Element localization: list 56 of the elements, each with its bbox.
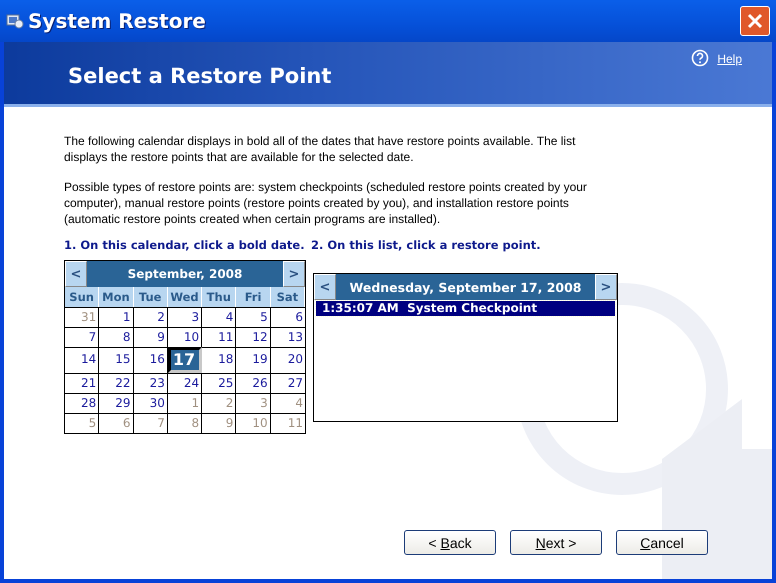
calendar-date[interactable]: 8 bbox=[99, 327, 134, 347]
calendar-date[interactable]: 28 bbox=[65, 393, 100, 413]
calendar-date[interactable]: 1 bbox=[99, 307, 134, 327]
weekday-header: Thu bbox=[202, 287, 236, 307]
calendar-date[interactable]: 18 bbox=[202, 347, 236, 373]
wizard-button[interactable]: < Back bbox=[404, 530, 496, 555]
weekday-header: Mon bbox=[99, 287, 134, 307]
calendar-date[interactable]: 9 bbox=[134, 327, 168, 347]
calendar-date[interactable]: 14 bbox=[65, 347, 100, 373]
window-title: System Restore bbox=[28, 9, 206, 33]
calendar-date[interactable]: 11 bbox=[202, 327, 236, 347]
calendar-date[interactable]: 23 bbox=[134, 373, 168, 393]
weekday-header: Fri bbox=[236, 287, 271, 307]
calendar-date[interactable]: 29 bbox=[99, 393, 134, 413]
calendar-date[interactable]: 13 bbox=[270, 327, 305, 347]
calendar-date[interactable]: 4 bbox=[202, 307, 236, 327]
help-icon[interactable] bbox=[691, 49, 710, 67]
calendar-date[interactable]: 27 bbox=[270, 373, 305, 393]
weekday-header: Sat bbox=[270, 287, 305, 307]
calendar-date[interactable]: 2 bbox=[134, 307, 168, 327]
previous-day-button[interactable]: < bbox=[314, 274, 336, 300]
wizard-button[interactable]: Next > bbox=[510, 530, 602, 555]
calendar-date[interactable]: 5 bbox=[236, 307, 271, 327]
calendar-date[interactable]: 6 bbox=[270, 307, 305, 327]
calendar-date[interactable]: 24 bbox=[168, 373, 202, 393]
calendar-date[interactable]: 20 bbox=[270, 347, 305, 373]
calendar-date[interactable]: 19 bbox=[236, 347, 271, 373]
page-title: Select a Restore Point bbox=[68, 64, 332, 88]
restore-app-icon bbox=[6, 12, 24, 30]
previous-month-button[interactable]: < bbox=[65, 261, 87, 287]
step-instruction: 1. On this calendar, click a bold date. bbox=[64, 238, 306, 252]
selected-date-title: Wednesday, September 17, 2008 bbox=[348, 278, 582, 297]
wizard-button[interactable]: Cancel bbox=[616, 530, 708, 555]
calendar-date[interactable]: 25 bbox=[202, 373, 236, 393]
calendar-date[interactable]: 7 bbox=[65, 327, 100, 347]
calendar-date[interactable]: 22 bbox=[99, 373, 134, 393]
calendar-date[interactable]: 21 bbox=[65, 373, 100, 393]
calendar-date[interactable]: 12 bbox=[236, 327, 271, 347]
step-instruction: 2. On this list, click a restore point. bbox=[311, 238, 541, 252]
weekday-header: Tue bbox=[134, 287, 168, 307]
calendar-date[interactable]: 15 bbox=[99, 347, 134, 373]
help-link[interactable]: Help bbox=[717, 52, 742, 66]
calendar-date[interactable]: 26 bbox=[236, 373, 271, 393]
weekday-header: Sun bbox=[65, 287, 100, 307]
selected-date[interactable]: 17 bbox=[168, 347, 202, 373]
description-text: Possible types of restore points are: system checkpoints (scheduled restore points created by your computer), manual restore points (restore points created by you), and installation restore points (automatic restore points created when certain programs are installed). bbox=[64, 179, 588, 227]
calendar-date[interactable]: 3 bbox=[168, 307, 202, 327]
next-month-button[interactable]: > bbox=[283, 261, 305, 287]
month-title: September, 2008 bbox=[126, 266, 244, 283]
restore-point-item[interactable]: 1:35:07 AM System Checkpoint bbox=[316, 301, 615, 316]
close-button[interactable] bbox=[740, 6, 770, 36]
close-icon bbox=[747, 13, 763, 29]
calendar-date[interactable]: 30 bbox=[134, 393, 168, 413]
description-text: The following calendar displays in bold all of the dates that have restore points available. The list displays the restore points that are available for the selected date. bbox=[64, 133, 576, 165]
weekday-header: Wed bbox=[168, 287, 202, 307]
next-day-button[interactable]: > bbox=[595, 274, 617, 300]
